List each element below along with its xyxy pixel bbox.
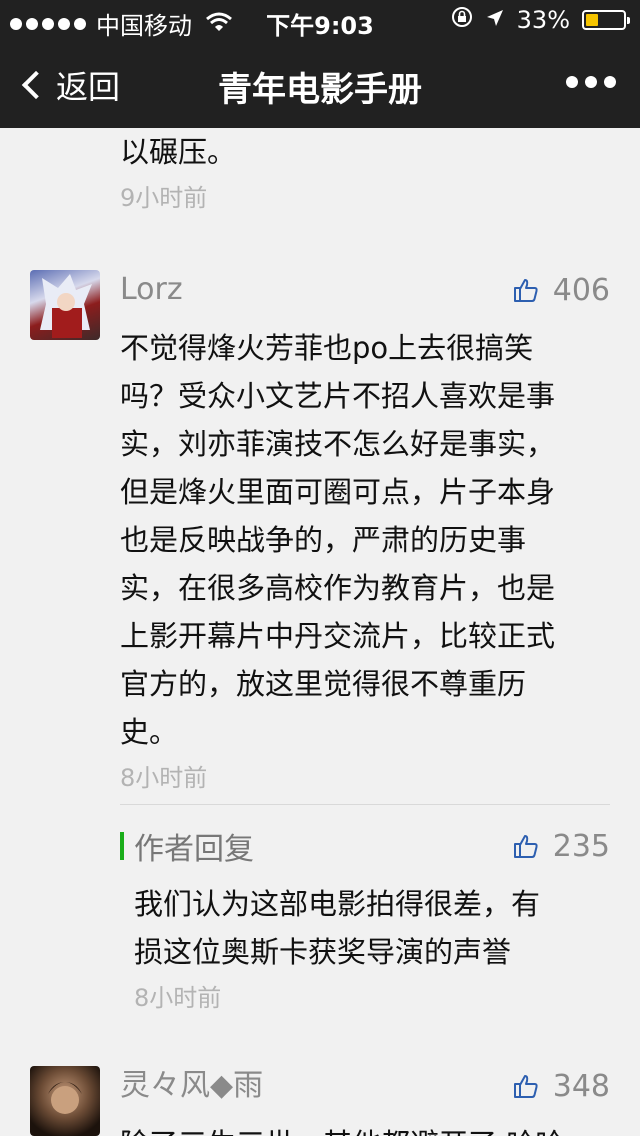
previous-comment: 以碾压。 9小时前	[120, 128, 610, 213]
like-button[interactable]: 348	[513, 1066, 610, 1106]
reply-line: 我们认为这部电影拍得很差，有	[134, 887, 541, 921]
comment-line: 吗？受众小文艺片不招人喜欢是事	[120, 379, 556, 413]
status-right: 33%	[451, 6, 630, 34]
comment-line: 不觉得烽火芳菲也po上去很搞笑	[120, 331, 534, 365]
reply-text: 我们认为这部电影拍得很差，有 损这位奥斯卡获奖导演的声誉	[134, 880, 610, 976]
location-arrow-icon	[485, 6, 505, 34]
comment-line: 实，在很多高校作为教育片，也是	[120, 571, 556, 605]
comment-time: 9小时前	[120, 184, 208, 212]
thumbs-up-icon	[513, 279, 538, 302]
avatar[interactable]	[30, 270, 100, 340]
rotation-lock-icon	[451, 6, 473, 34]
battery-icon	[582, 10, 630, 30]
comment-line: 除了三生三世，其他都避开了,哈哈	[120, 1120, 610, 1136]
thumbs-up-icon	[513, 1075, 538, 1098]
like-button[interactable]: 406	[513, 270, 610, 310]
comment-line: 但是烽火里面可圈可点，片子本身	[120, 475, 556, 509]
comment-body: 灵々风◆雨 348 除了三生三世，其他都避开了,哈哈	[120, 1066, 610, 1136]
comment-time: 8小时前	[120, 764, 208, 792]
navigation-bar: 返回 青年电影手册	[0, 40, 640, 128]
comment-line: 实，刘亦菲演技不怎么好是事实，	[120, 427, 556, 461]
top-bar: 中国移动 下午9:03 33% 返回 青年电影手册	[0, 0, 640, 128]
reply-accent-bar	[120, 832, 124, 860]
reply-line: 损这位奥斯卡获奖导演的声誉	[134, 935, 512, 969]
comment-line: 官方的，放这里觉得很不尊重历	[120, 667, 527, 701]
page-title: 青年电影手册	[218, 70, 422, 110]
status-bar: 中国移动 下午9:03 33%	[0, 0, 640, 40]
more-dots-icon[interactable]	[566, 76, 616, 88]
comment-text: 除了三生三世，其他都避开了,哈哈	[120, 1120, 610, 1136]
reply-time: 8小时前	[134, 984, 222, 1012]
comment-line: 上影开幕片中丹交流片，比较正式	[120, 619, 556, 653]
reply-like-button[interactable]: 235	[513, 826, 610, 866]
thumbs-up-icon	[513, 835, 538, 858]
divider	[120, 804, 610, 805]
comment-text: 以碾压。	[120, 135, 237, 169]
battery-percent: 33%	[516, 6, 570, 34]
like-count: 406	[552, 272, 610, 308]
comment-line: 也是反映战争的，严肃的历史事	[120, 523, 527, 557]
comment-list[interactable]: 以碾压。 9小时前 Lorz 406 不觉得烽火芳菲也po上去很搞笑 吗？受众小…	[0, 128, 640, 1136]
author-reply: 作者回复 235 我们认为这部电影拍得很差，有 损这位奥斯卡获奖导演的声誉 8小…	[120, 826, 610, 1013]
comment-line: 史。	[120, 715, 179, 749]
comment-body: Lorz 406 不觉得烽火芳菲也po上去很搞笑 吗？受众小文艺片不招人喜欢是事…	[120, 270, 610, 793]
avatar[interactable]	[30, 1066, 100, 1136]
like-count: 348	[552, 1068, 610, 1104]
reply-label-text: 作者回复	[134, 832, 254, 867]
comment-text: 不觉得烽火芳菲也po上去很搞笑 吗？受众小文艺片不招人喜欢是事 实，刘亦菲演技不…	[120, 324, 610, 756]
like-count: 235	[552, 828, 610, 864]
